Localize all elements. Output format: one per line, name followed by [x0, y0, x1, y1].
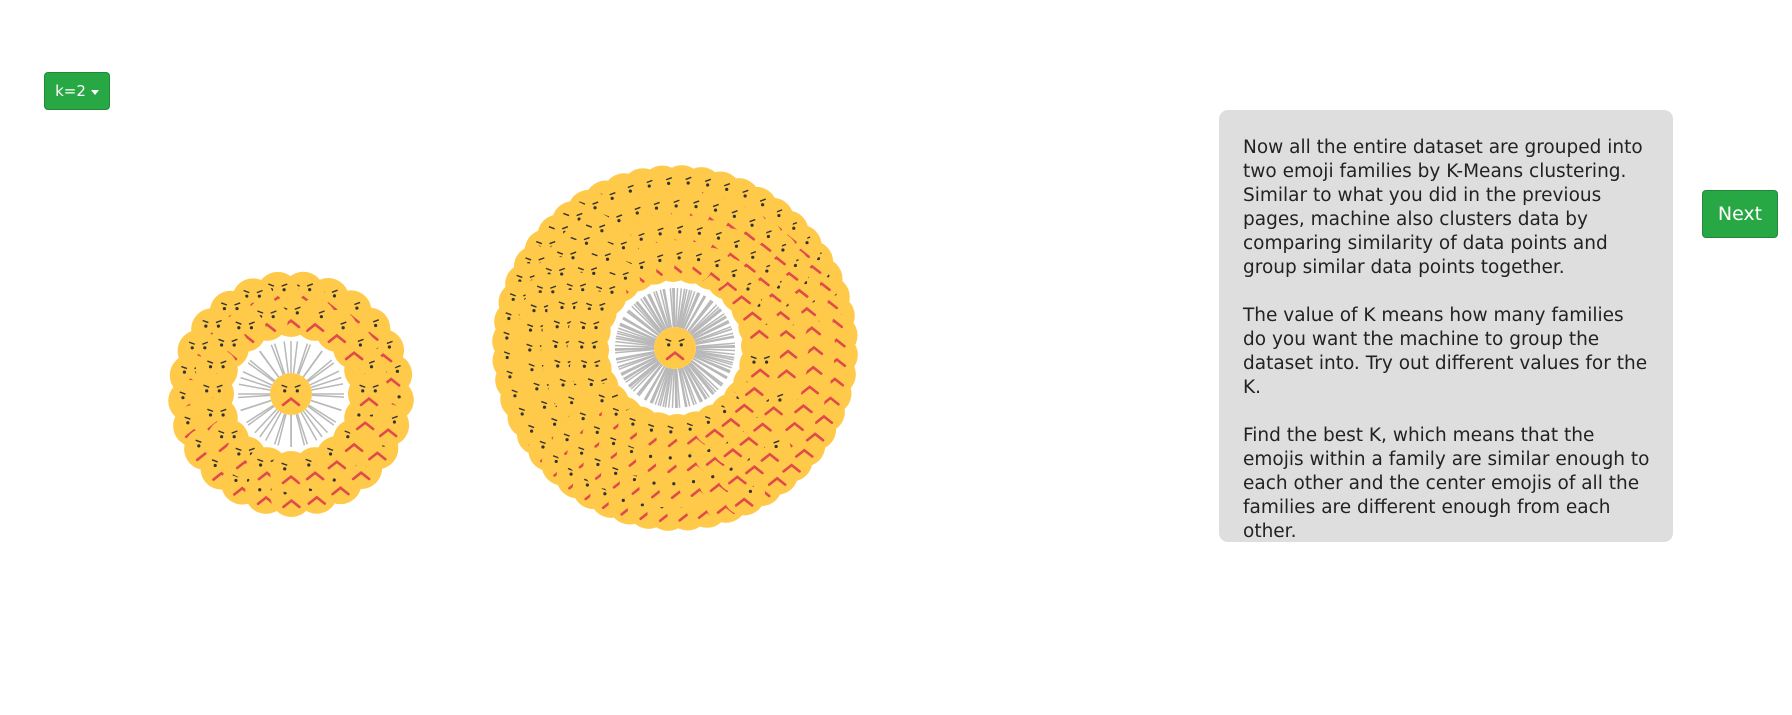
cluster-link-line [306, 359, 333, 382]
center-emoji [654, 327, 696, 369]
center-emoji [270, 373, 312, 415]
info-panel: Now all the entire dataset are grouped i… [1219, 110, 1673, 542]
member-emoji [348, 373, 390, 415]
member-emoji [739, 344, 782, 387]
info-paragraph-3: Find the best K, which means that the em… [1243, 425, 1650, 542]
cluster-link-line [296, 343, 309, 375]
info-paragraph-2: The value of K means how many families d… [1243, 305, 1648, 398]
next-button[interactable]: Next [1702, 190, 1778, 238]
cluster-link-line [238, 394, 271, 399]
cluster-link-line [311, 394, 344, 398]
emoji-cluster-visualization [168, 165, 858, 531]
info-paragraph-1: Now all the entire dataset are grouped i… [1243, 137, 1643, 278]
cluster-link-line [283, 341, 290, 374]
cluster-link-line [292, 341, 299, 374]
cluster-link-line [311, 383, 344, 391]
cluster-link-line [249, 359, 276, 382]
